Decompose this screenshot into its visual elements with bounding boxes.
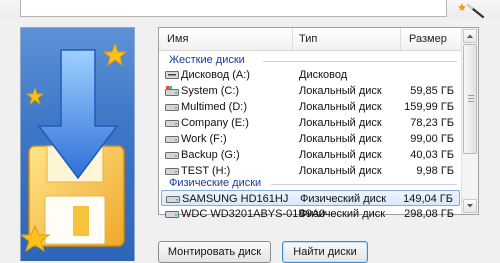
list-item[interactable]: Multimed (D:) Локальный диск 159,99 ГБ bbox=[161, 99, 460, 115]
wizard-side-panel bbox=[20, 27, 135, 261]
mount-disk-illustration-icon bbox=[21, 28, 134, 261]
drive-size: 59,85 ГБ bbox=[410, 83, 454, 99]
magic-wand-tool-icon[interactable] bbox=[455, 0, 487, 18]
scroll-down-button[interactable] bbox=[463, 199, 477, 213]
hard-drive-icon bbox=[165, 102, 179, 112]
drive-name: Дисковод (A:) bbox=[181, 67, 250, 83]
column-header-size[interactable]: Размер bbox=[400, 28, 465, 50]
drive-name: Backup (G:) bbox=[181, 147, 240, 163]
list-item[interactable]: WDC WD3201ABYS-01B9A0 Физический диск 29… bbox=[161, 206, 460, 214]
drive-name: SAMSUNG HD161HJ bbox=[182, 191, 288, 207]
hard-drive-icon bbox=[165, 209, 179, 219]
drive-size: 99,00 ГБ bbox=[410, 131, 454, 147]
group-label-physical-disks: Физические диски bbox=[169, 176, 261, 190]
drive-type: Локальный диск bbox=[299, 99, 382, 115]
scroll-up-button[interactable] bbox=[463, 29, 477, 43]
drive-size: 159,99 ГБ bbox=[404, 99, 454, 115]
hard-drive-icon bbox=[165, 150, 179, 160]
hard-drive-icon bbox=[166, 194, 180, 204]
drive-list[interactable]: Имя Тип Размер Жесткие диски Дисковод (A… bbox=[158, 27, 479, 215]
drive-type: Локальный диск bbox=[299, 115, 382, 131]
arrow-up-icon bbox=[464, 30, 476, 42]
arrow-down-icon bbox=[464, 200, 476, 212]
vertical-scrollbar[interactable] bbox=[461, 28, 478, 214]
hard-drive-icon bbox=[165, 134, 179, 144]
list-item[interactable]: Backup (G:) Локальный диск 40,03 ГБ bbox=[161, 147, 460, 163]
drive-type: Локальный диск bbox=[299, 83, 382, 99]
group-divider bbox=[263, 61, 457, 62]
drive-type: Локальный диск bbox=[299, 131, 382, 147]
list-item[interactable]: Дисковод (A:) Дисковод bbox=[161, 67, 460, 83]
drive-size: 9,98 ГБ bbox=[416, 163, 454, 179]
drive-type: Физический диск bbox=[300, 191, 386, 207]
hard-drive-icon bbox=[165, 166, 179, 176]
group-label-hard-disks: Жесткие диски bbox=[169, 53, 245, 67]
drive-name: Multimed (D:) bbox=[181, 99, 247, 115]
drive-size: 78,23 ГБ bbox=[410, 115, 454, 131]
system-drive-icon bbox=[165, 86, 179, 96]
list-item[interactable]: System (C:) Локальный диск 59,85 ГБ bbox=[161, 83, 460, 99]
hard-drive-icon bbox=[165, 118, 179, 128]
list-header: Имя Тип Размер bbox=[159, 28, 461, 51]
scroll-thumb[interactable] bbox=[463, 44, 477, 154]
drive-type: Дисковод bbox=[299, 67, 347, 83]
drive-name: Company (E:) bbox=[181, 115, 249, 131]
drive-type: Физический диск bbox=[299, 206, 385, 222]
drive-size: 298,08 ГБ bbox=[404, 206, 454, 222]
floppy-drive-icon bbox=[165, 70, 179, 80]
drive-name: System (C:) bbox=[181, 83, 239, 99]
drive-size: 149,04 ГБ bbox=[403, 191, 453, 207]
top-toolbar-strip bbox=[0, 0, 500, 18]
toolbar-panel bbox=[20, 0, 447, 17]
group-divider bbox=[271, 184, 457, 185]
list-item-selected[interactable]: SAMSUNG HD161HJ Физический диск 149,04 Г… bbox=[161, 190, 460, 206]
drive-type: Локальный диск bbox=[299, 147, 382, 163]
drive-type: Локальный диск bbox=[299, 163, 382, 179]
drive-size: 40,03 ГБ bbox=[410, 147, 454, 163]
list-item[interactable]: Work (F:) Локальный диск 99,00 ГБ bbox=[161, 131, 460, 147]
column-header-name[interactable]: Имя bbox=[159, 28, 300, 50]
drive-name: Work (F:) bbox=[181, 131, 227, 147]
list-item[interactable]: Company (E:) Локальный диск 78,23 ГБ bbox=[161, 115, 460, 131]
column-header-type[interactable]: Тип bbox=[292, 28, 407, 50]
